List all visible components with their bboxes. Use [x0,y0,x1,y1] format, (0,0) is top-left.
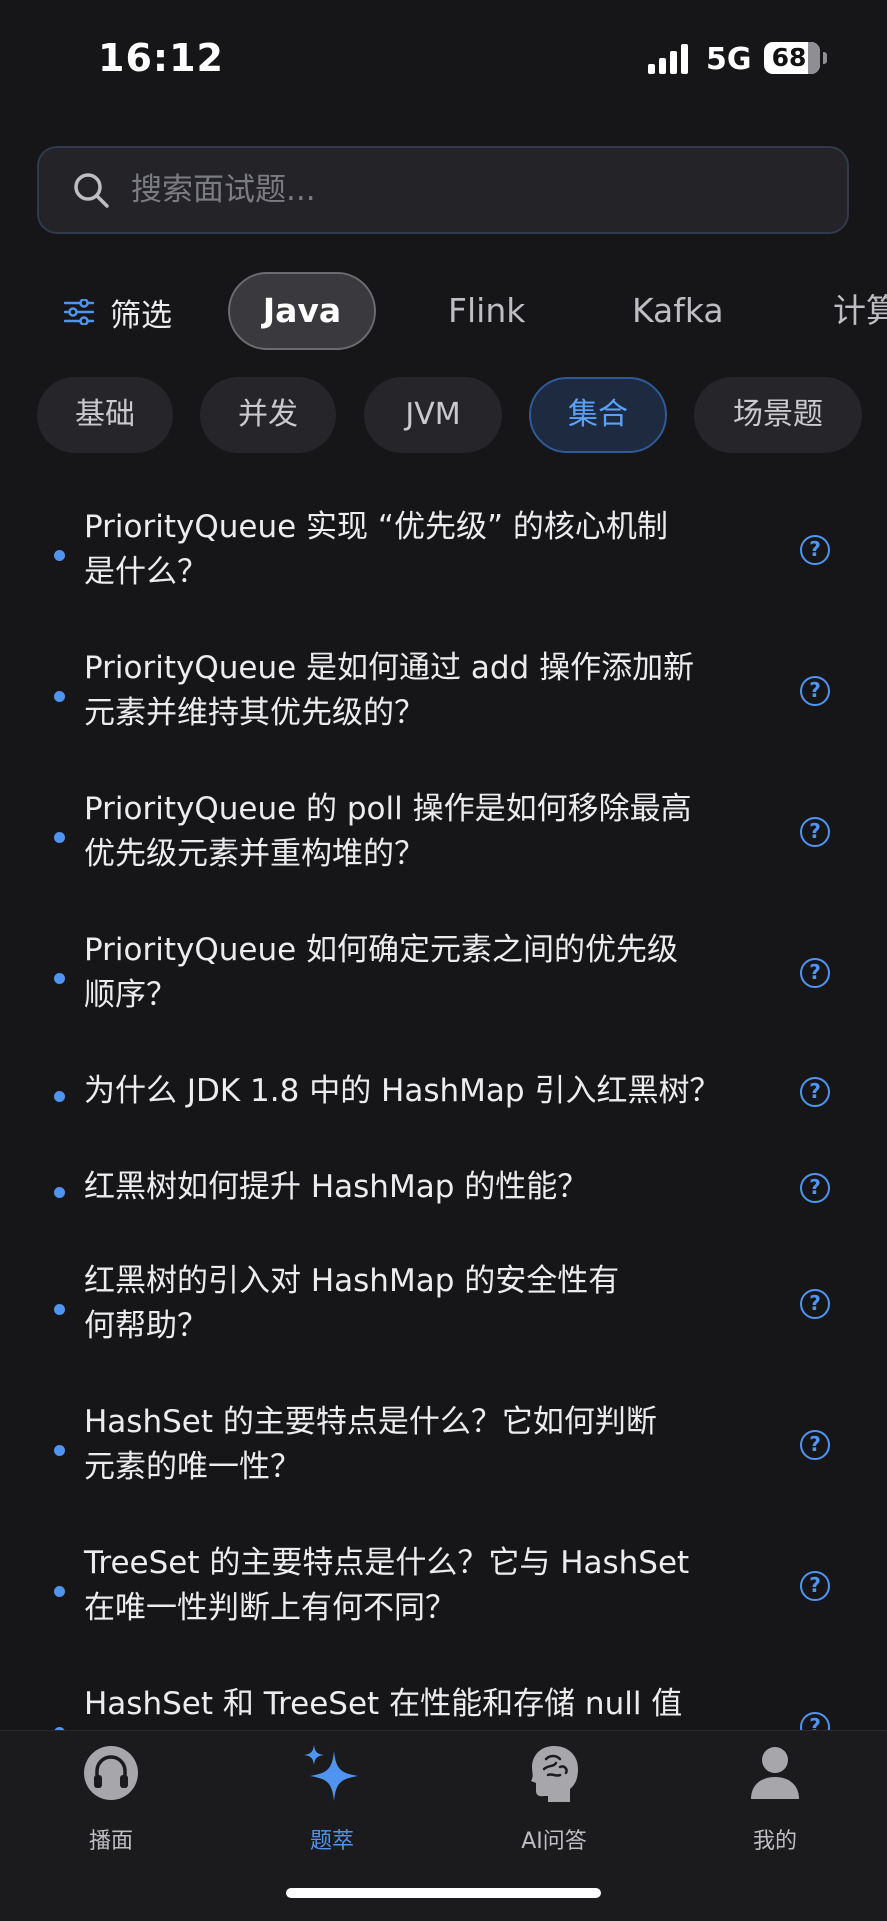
question-text: HashSet 的主要特点是什么？它如何判断 元素的唯一性？ [84,1404,657,1485]
user-icon [751,1747,799,1799]
question-help-icon[interactable]: ? [800,958,830,988]
question-item[interactable]: PriorityQueue 是如何通过 add 操作添加新 元素并维持其优先级的… [0,646,887,776]
question-text: PriorityQueue 如何确定元素之间的优先级 顺序？ [84,932,679,1013]
question-list: PriorityQueue 实现 “优先级” 的核心机制 是什么？ ? Prio… [0,0,887,1730]
question-item[interactable]: 为什么 JDK 1.8 中的 HashMap 引入红黑树？ ? [0,1069,887,1149]
question-text: HashSet 和 TreeSet 在性能和存储 null 值 [84,1686,683,1722]
question-item[interactable]: TreeSet 的主要特点是什么？它与 HashSet 在唯一性判断上有何不同？… [0,1541,887,1671]
list-bullet [54,1187,65,1198]
question-help-icon[interactable]: ? [800,1571,830,1601]
home-indicator [286,1888,601,1898]
nav-label: 题萃 [309,1829,354,1854]
question-text: 红黑树如何提升 HashMap 的性能？ [84,1169,589,1205]
ai-brain-icon [531,1746,578,1802]
question-item[interactable]: PriorityQueue 如何确定元素之间的优先级 顺序？ ? [0,928,887,1058]
question-help-icon[interactable]: ? [800,676,830,706]
nav-label: AI问答 [521,1829,587,1854]
question-item[interactable]: 红黑树如何提升 HashMap 的性能？ ? [0,1165,887,1245]
question-text: TreeSet 的主要特点是什么？它与 HashSet 在唯一性判断上有何不同？ [84,1545,690,1626]
question-text: PriorityQueue 的 poll 操作是如何移除最高 优先级元素并重构堆… [84,791,692,872]
list-bullet [54,1091,65,1102]
question-item[interactable]: 红黑树的引入对 HashMap 的安全性有 何帮助？ ? [0,1259,887,1389]
question-help-icon[interactable]: ? [800,1712,830,1730]
nav-item-broadcast-interview[interactable]: 播面 [31,1743,191,1863]
question-text: 为什么 JDK 1.8 中的 HashMap 引入红黑树？ [84,1073,721,1109]
question-help-icon[interactable]: ? [800,1077,830,1107]
list-bullet [54,973,65,984]
nav-item-profile[interactable]: 我的 [695,1743,855,1863]
question-help-icon[interactable]: ? [800,535,830,565]
list-bullet [54,1304,65,1315]
nav-label: 我的 [752,1829,797,1854]
nav-item-ai-qa[interactable]: AI问答 [474,1743,634,1863]
nav-label: 播面 [88,1829,133,1854]
question-item[interactable]: HashSet 的主要特点是什么？它如何判断 元素的唯一性？ ? [0,1400,887,1530]
question-text: PriorityQueue 是如何通过 add 操作添加新 元素并维持其优先级的… [84,650,695,731]
question-text: PriorityQueue 实现 “优先级” 的核心机制 是什么？ [84,509,668,590]
question-help-icon[interactable]: ? [800,1289,830,1319]
list-bullet [54,691,65,702]
question-help-icon[interactable]: ? [800,1173,830,1203]
list-bullet [54,1586,65,1597]
question-text: 红黑树的引入对 HashMap 的安全性有 何帮助？ [84,1263,620,1344]
nav-item-questions[interactable]: 题萃 [252,1743,412,1863]
headphones-icon [84,1746,138,1800]
question-item[interactable]: HashSet 和 TreeSet 在性能和存储 null 值 ? [0,1682,887,1730]
list-bullet [54,1445,65,1456]
question-item[interactable]: PriorityQueue 的 poll 操作是如何移除最高 优先级元素并重构堆… [0,787,887,917]
question-item[interactable]: PriorityQueue 实现 “优先级” 的核心机制 是什么？ ? [0,505,887,635]
sparkle-icon [304,1745,358,1801]
list-bullet [54,832,65,843]
question-help-icon[interactable]: ? [800,1430,830,1460]
list-bullet [54,550,65,561]
question-help-icon[interactable]: ? [800,817,830,847]
